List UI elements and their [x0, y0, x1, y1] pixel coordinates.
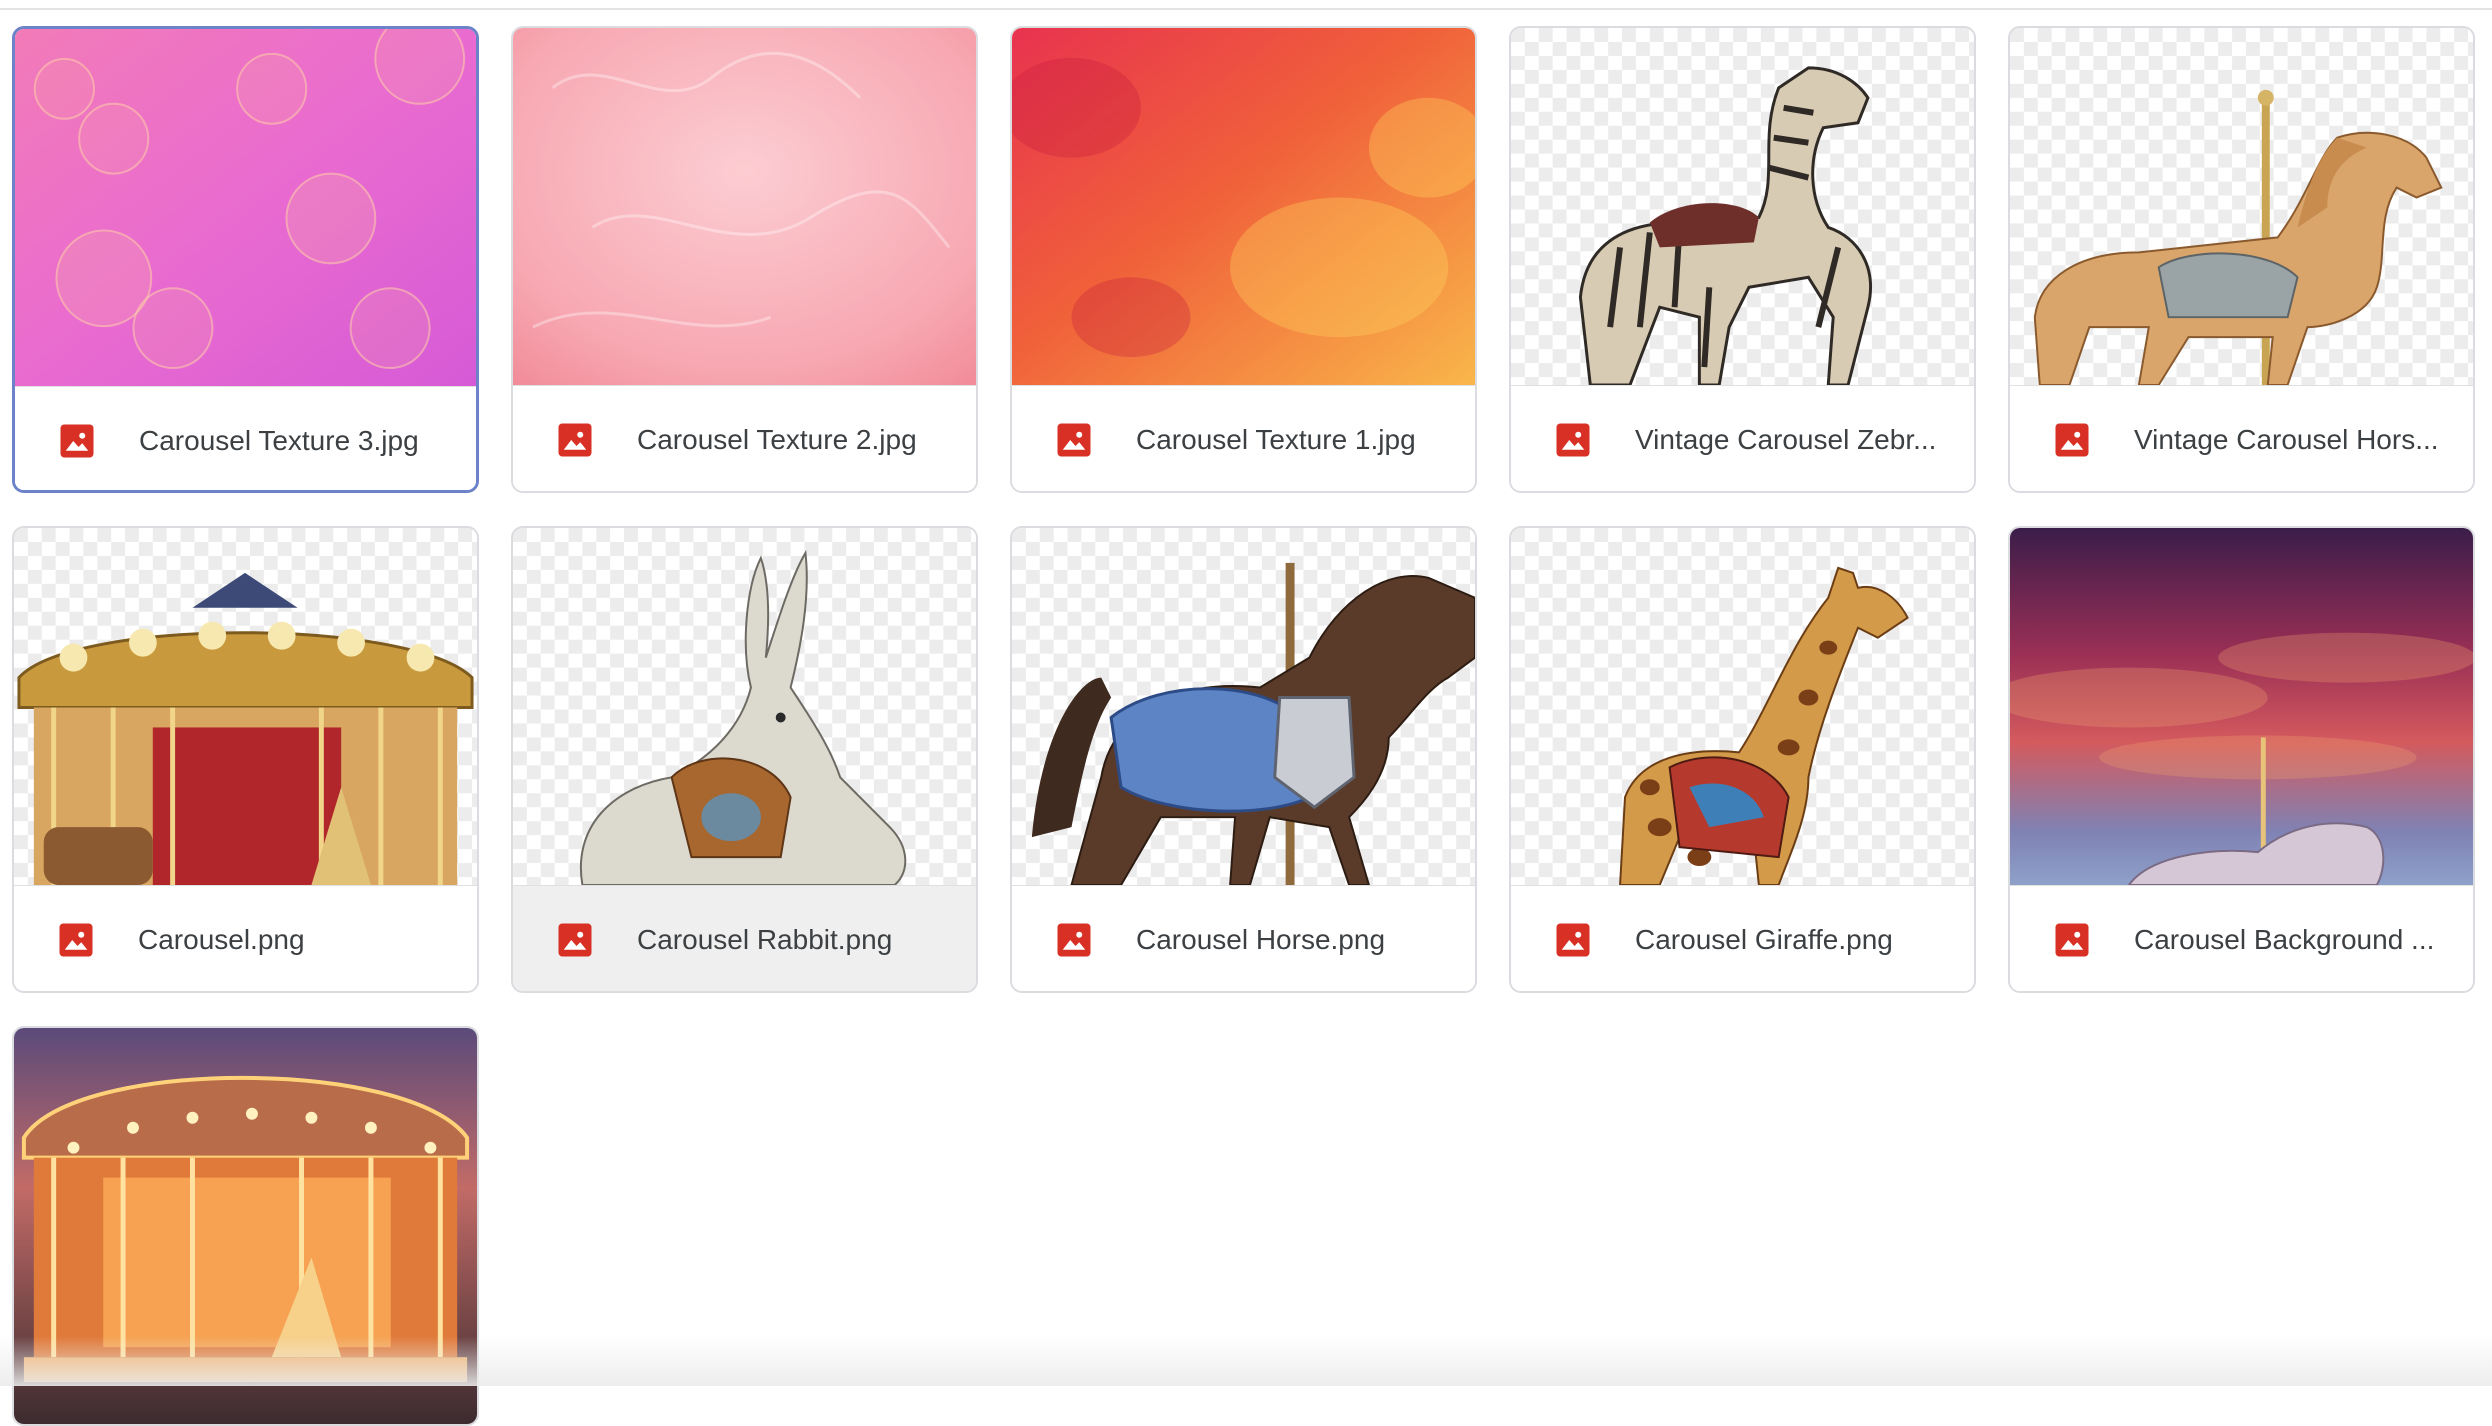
file-card[interactable]: Vintage Carousel Hors...: [2008, 26, 2475, 493]
file-grid: Carousel Texture 3.jpg Carousel Texture …: [0, 0, 2492, 1426]
thumbnail-carousel-horse-vintage: [2010, 28, 2473, 386]
image-file-icon: [2054, 922, 2090, 958]
file-name: Vintage Carousel Hors...: [2134, 424, 2439, 455]
image-file-icon: [1555, 422, 1591, 458]
file-name: Carousel Horse.png: [1136, 924, 1386, 955]
card-footer: Carousel Texture 2.jpg: [513, 386, 976, 491]
file-card[interactable]: Carousel Horse.png: [1010, 526, 1477, 993]
thumbnail-carousel-rabbit: [513, 528, 976, 886]
file-name: Carousel Rabbit.png: [637, 924, 893, 955]
card-footer: Carousel Background ...: [2010, 886, 2473, 991]
card-footer: Vintage Carousel Zebr...: [1511, 386, 1974, 491]
scroll-shadow: [0, 1336, 2492, 1386]
thumbnail-sunset-sky-background: [2010, 528, 2473, 886]
file-card[interactable]: Carousel Background ...: [2008, 526, 2475, 993]
file-name: Carousel Background ...: [2134, 924, 2435, 955]
image-file-icon: [59, 423, 95, 459]
thumbnail-carousel-giraffe: [1511, 528, 1974, 886]
file-card[interactable]: Vintage Carousel Zebr...: [1509, 26, 1976, 493]
file-name: Carousel Giraffe.png: [1635, 924, 1893, 955]
file-name: Carousel Texture 3.jpg: [139, 425, 419, 456]
thumbnail-carousel-zebra: [1511, 28, 1974, 386]
image-file-icon: [1056, 922, 1092, 958]
image-file-icon: [2054, 422, 2090, 458]
image-file-icon: [557, 422, 593, 458]
card-footer: Carousel Horse.png: [1012, 886, 1475, 991]
thumbnail-pink-watercolor-texture: [513, 28, 976, 386]
file-name: Carousel.png: [138, 924, 305, 955]
image-file-icon: [1056, 422, 1092, 458]
file-card[interactable]: Carousel.png: [12, 526, 479, 993]
thumbnail-pink-bokeh-texture: [15, 29, 476, 387]
file-card[interactable]: Carousel Rabbit.png: [511, 526, 978, 993]
image-file-icon: [1555, 922, 1591, 958]
image-file-icon: [58, 922, 94, 958]
card-footer: Vintage Carousel Hors...: [2010, 386, 2473, 491]
file-name: Carousel Texture 1.jpg: [1136, 424, 1416, 455]
card-footer: Carousel Texture 1.jpg: [1012, 386, 1475, 491]
card-footer: Carousel Giraffe.png: [1511, 886, 1974, 991]
thumbnail-carousel-horse-blue: [1012, 528, 1475, 886]
card-footer: Carousel.png: [14, 886, 477, 991]
file-name: Carousel Texture 2.jpg: [637, 424, 917, 455]
file-card[interactable]: Carousel Texture 2.jpg: [511, 26, 978, 493]
card-footer: Carousel Texture 3.jpg: [15, 387, 476, 490]
card-footer: Carousel Rabbit.png: [513, 886, 976, 991]
image-file-icon: [557, 922, 593, 958]
file-card[interactable]: Carousel Texture 1.jpg: [1010, 26, 1477, 493]
file-name: Vintage Carousel Zebr...: [1635, 424, 1937, 455]
file-card[interactable]: Carousel Giraffe.png: [1509, 526, 1976, 993]
thumbnail-carousel: [14, 528, 477, 886]
file-card[interactable]: Carousel Texture 3.jpg: [12, 26, 479, 493]
thumbnail-orange-watercolor-texture: [1012, 28, 1475, 386]
